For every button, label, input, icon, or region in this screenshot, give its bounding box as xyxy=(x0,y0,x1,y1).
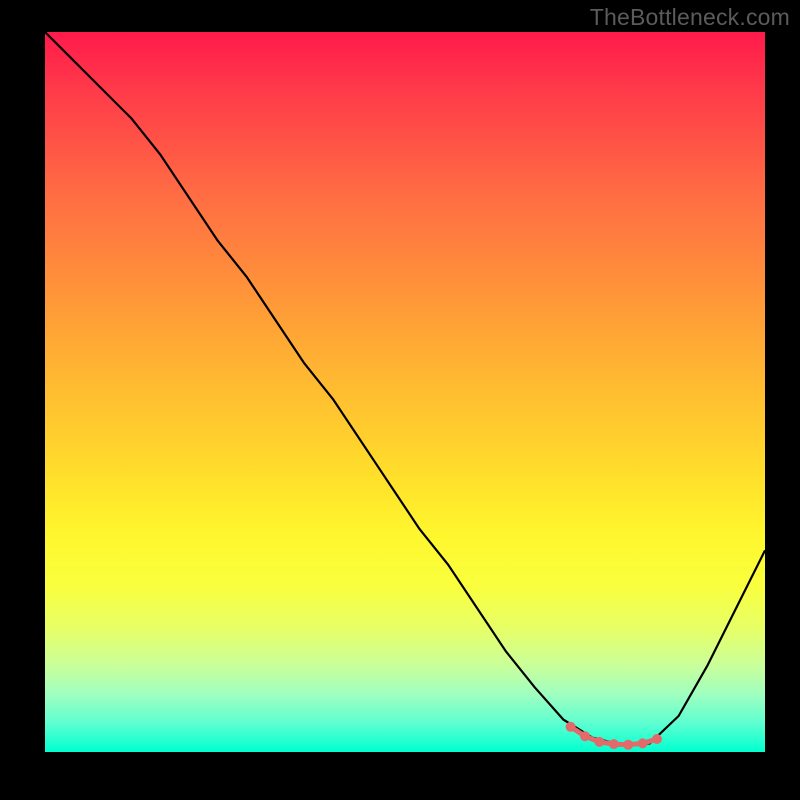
marker-dot xyxy=(623,740,633,750)
marker-sweet-spot xyxy=(566,722,662,750)
marker-dot xyxy=(580,731,590,741)
marker-dot xyxy=(638,738,648,748)
bottleneck-curve xyxy=(45,32,765,745)
chart-frame: TheBottleneck.com xyxy=(0,0,800,800)
marker-dot xyxy=(566,722,576,732)
marker-dot xyxy=(594,737,604,747)
watermark-text: TheBottleneck.com xyxy=(590,4,790,31)
plot-area xyxy=(45,32,765,752)
curve-layer xyxy=(45,32,765,752)
marker-dot xyxy=(609,739,619,749)
marker-dot xyxy=(652,734,662,744)
